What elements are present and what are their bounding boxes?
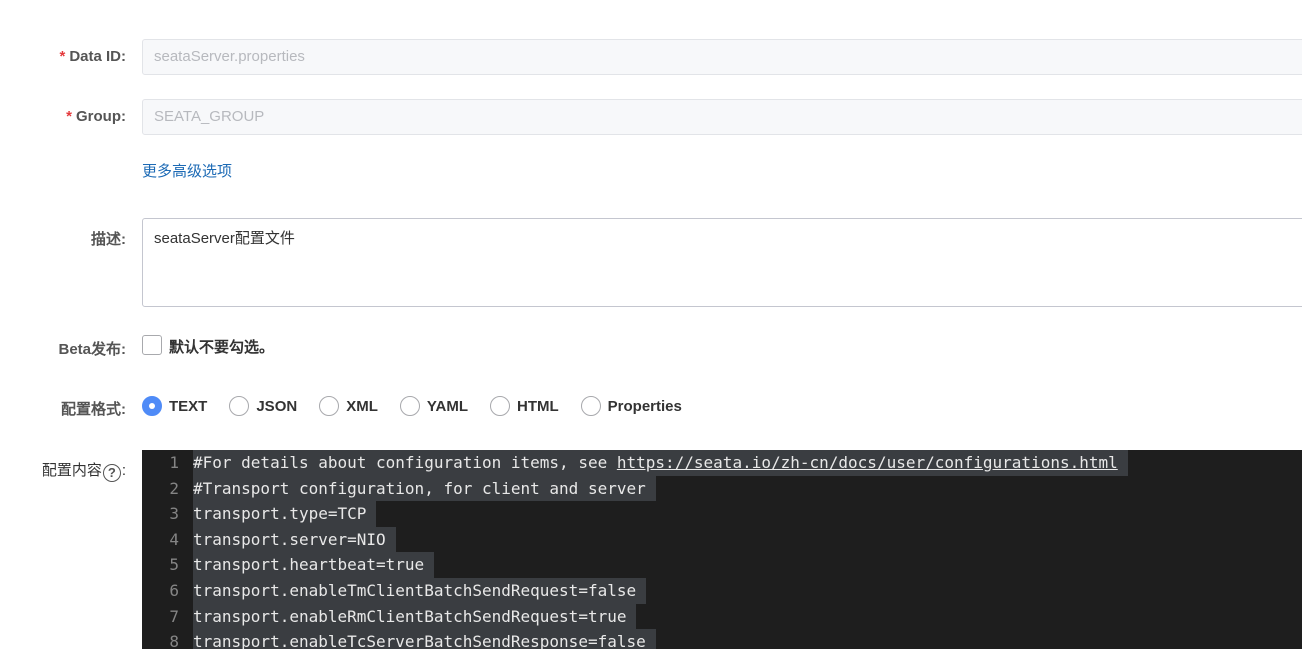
line-content: #Transport configuration, for client and… <box>193 475 656 502</box>
radio-unchecked-icon[interactable] <box>580 396 601 416</box>
radio-unchecked-icon[interactable] <box>319 396 340 416</box>
beta-checkbox[interactable] <box>142 335 162 355</box>
help-icon[interactable]: ? <box>102 464 121 482</box>
radio-unchecked-icon[interactable] <box>490 396 510 416</box>
line-content: transport.enableTcServerBatchSendRespons… <box>193 629 656 649</box>
config-edit-page: * Data ID: seataServer.properties * Group:… <box>0 0 1302 649</box>
description-label: 描述: <box>91 231 126 248</box>
line-number: 8 <box>169 632 179 649</box>
line-number: 7 <box>169 606 179 626</box>
format-option-json[interactable]: JSON <box>229 396 297 416</box>
radio-unchecked-icon[interactable] <box>229 396 250 416</box>
code-line: 4 transport.server=NIO <box>142 526 1302 553</box>
required-mark: * <box>59 48 66 65</box>
code-line: 7 transport.enableRmClientBatchSendReque… <box>142 603 1302 630</box>
line-number: 3 <box>169 504 179 524</box>
line-number: 5 <box>169 555 179 575</box>
format-option-yaml[interactable]: YAML <box>399 396 468 416</box>
line-content: transport.enableTmClientBatchSendRequest… <box>193 577 647 604</box>
format-label: 配置格式: <box>61 401 126 418</box>
content-label: 配置内容?: <box>41 462 126 482</box>
group-input[interactable]: SEATA_GROUP <box>142 99 1302 135</box>
line-number: 2 <box>169 478 179 498</box>
code-line: 6 transport.enableTmClientBatchSendReque… <box>142 577 1302 604</box>
line-number: 6 <box>169 580 179 600</box>
format-option-xml[interactable]: XML <box>319 396 378 416</box>
advanced-options-link[interactable]: 更多高级选项 <box>142 160 232 181</box>
beta-checkbox-label[interactable]: 默认不要勾选。 <box>169 336 274 357</box>
description-textarea[interactable]: seataServer配置文件 <box>142 218 1302 307</box>
format-option-text[interactable]: TEXT <box>142 396 207 416</box>
docs-link[interactable]: https://seata.io/zh-cn/docs/user/configu… <box>617 453 1118 472</box>
radio-checked-icon[interactable] <box>142 396 162 416</box>
format-option-html[interactable]: HTML <box>490 396 559 416</box>
line-content: transport.server=NIO <box>193 526 396 553</box>
line-content: transport.enableRmClientBatchSendRequest… <box>193 603 637 630</box>
format-option-properties[interactable]: Properties <box>580 396 682 416</box>
line-number: 4 <box>169 529 179 549</box>
group-label: * Group: <box>66 108 126 125</box>
data-id-label: * Data ID: <box>59 48 126 65</box>
code-line: 8 transport.enableTcServerBatchSendRespo… <box>142 629 1302 649</box>
line-content: transport.heartbeat=true <box>193 552 435 578</box>
code-editor[interactable]: 1 #For details about configuration items… <box>142 450 1302 649</box>
radio-unchecked-icon[interactable] <box>399 396 420 416</box>
line-number: 1 <box>169 453 179 472</box>
code-line: 2 #Transport configuration, for client a… <box>142 475 1302 502</box>
code-line: 5 transport.heartbeat=true <box>142 552 1302 578</box>
required-mark: * <box>66 108 72 125</box>
line-content: #For details about configuration items, … <box>193 450 1128 476</box>
beta-label: Beta发布: <box>58 341 126 358</box>
code-line: 3 transport.type=TCP <box>142 501 1302 527</box>
data-id-input[interactable]: seataServer.properties <box>142 39 1302 75</box>
format-radio-group: TEXT JSON XML YAML HTML Properties <box>142 394 704 418</box>
line-content: transport.type=TCP <box>193 501 377 527</box>
code-line: 1 #For details about configuration items… <box>142 450 1302 476</box>
